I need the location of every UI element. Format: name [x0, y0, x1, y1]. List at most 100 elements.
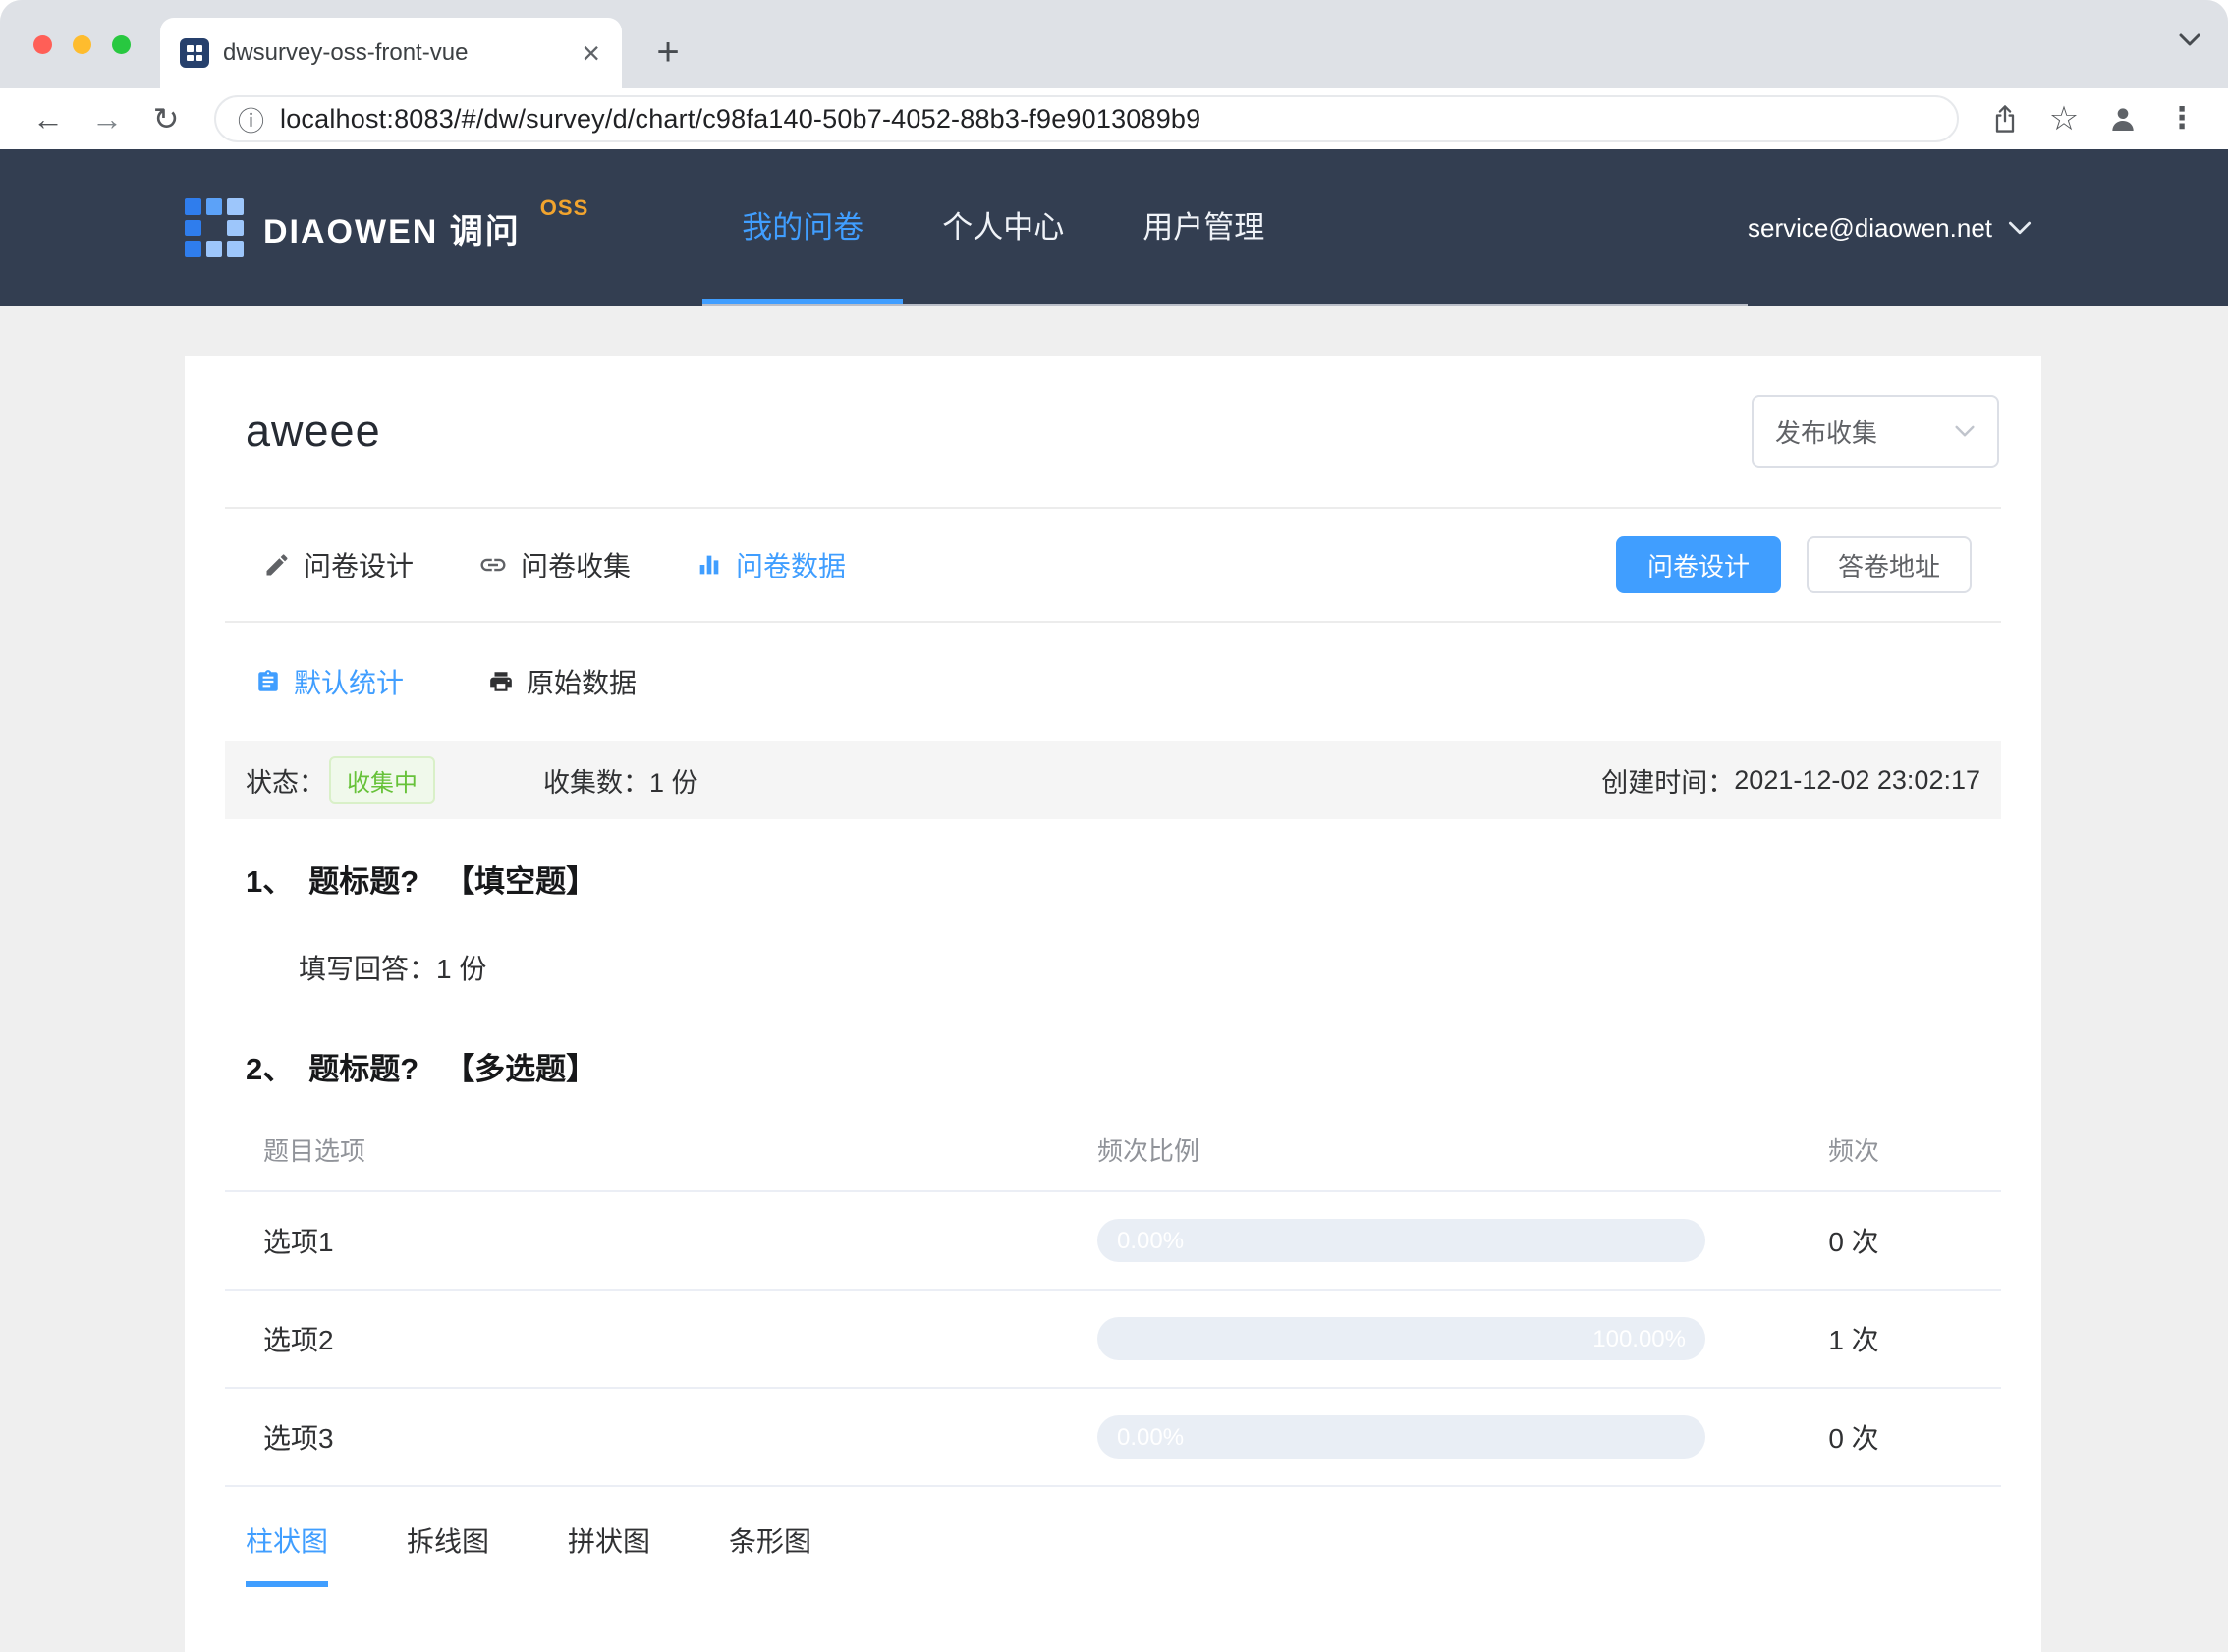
account-menu[interactable]: service@diaowen.net [1748, 149, 2032, 306]
question-1-answer-line: 填写回答：1 份 [299, 948, 1980, 987]
subtab-label: 原始数据 [527, 668, 638, 698]
progress-track: 0.00% [1097, 1415, 1705, 1459]
profile-avatar-icon[interactable] [2100, 103, 2145, 135]
progress-label: 0.00% [1117, 1228, 1185, 1254]
table-row: 选项2 100.00% 1 次 [225, 1291, 2001, 1389]
progress-label: 0.00% [1117, 1424, 1185, 1451]
subtab-label: 默认统计 [294, 668, 405, 698]
share-icon[interactable] [1982, 103, 2028, 135]
chart-tab-line[interactable]: 拆线图 [407, 1499, 489, 1587]
url-bar[interactable]: ⓘ localhost:8083/#/dw/survey/d/chart/c98… [214, 95, 1959, 142]
survey-tabs: 问卷设计 问卷收集 问卷数据 [263, 545, 846, 584]
publish-collect-select[interactable]: 发布收集 [1752, 395, 1999, 468]
browser-window: dwsurvey-oss-front-vue × + ← → ↻ ⓘ local… [0, 0, 2228, 1652]
question-type: 【填空题】 [444, 864, 597, 899]
chart-tab-hbar[interactable]: 条形图 [729, 1499, 811, 1587]
progress-track: 100.00% [1097, 1317, 1705, 1360]
printer-icon [490, 672, 512, 691]
status-bar: 状态： 收集中 收集数： 1 份 创建时间： 2021-12-02 23:02:… [225, 741, 2001, 819]
survey-card: aweee 发布收集 问卷设计 问卷收集 问卷数据 问卷设计 答卷地址 默认统计… [185, 356, 2041, 1652]
answer-count: 1 份 [436, 954, 487, 984]
tab-survey-data[interactable]: 问卷数据 [696, 545, 846, 584]
question-1-heading: 1、 题标题? 【填空题】 [246, 856, 1980, 901]
new-tab-button[interactable]: + [641, 26, 695, 79]
oss-badge: OSS [539, 195, 589, 220]
bookmark-star-icon[interactable]: ☆ [2041, 102, 2087, 136]
close-window-button[interactable] [33, 35, 52, 54]
pencil-icon [266, 554, 288, 576]
back-button[interactable]: ← [24, 103, 73, 135]
table-header: 题目选项 频次比例 频次 [225, 1108, 2001, 1192]
title-section: aweee 发布收集 [225, 356, 2001, 509]
question-title: 题标题? [308, 1052, 419, 1086]
brand-name: DIAOWEN 调问 [263, 212, 521, 250]
subtab-default-stats[interactable]: 默认统计 [255, 662, 404, 701]
chart-tab-pie[interactable]: 拼状图 [568, 1499, 650, 1587]
zoom-window-button[interactable] [112, 35, 131, 54]
account-email: service@diaowen.net [1748, 212, 1992, 243]
page-background: aweee 发布收集 问卷设计 问卷收集 问卷数据 问卷设计 答卷地址 默认统计… [0, 306, 2228, 1652]
chevron-down-icon [1954, 425, 1976, 438]
bar-chart-icon [699, 555, 719, 575]
action-buttons: 问卷设计 答卷地址 [1615, 536, 1972, 593]
nav-item-my-surveys[interactable]: 我的问卷 [702, 149, 904, 304]
question-index: 1、 [246, 864, 294, 899]
col-freq-header: 频次 [1827, 1135, 1879, 1166]
freq-count: 0 次 [1828, 1227, 1879, 1257]
browser-tab[interactable]: dwsurvey-oss-front-vue × [160, 18, 622, 88]
site-info-icon[interactable]: ⓘ [238, 100, 264, 138]
chevron-down-icon [2008, 221, 2032, 236]
tab-label: 问卷收集 [521, 551, 632, 581]
option-label: 选项2 [263, 1325, 334, 1355]
created-time-label: 创建时间： [1601, 767, 1735, 798]
stats-table: 题目选项 频次比例 频次 选项1 0.00% 0 次 选项2 100.00% 1… [225, 1108, 2001, 1487]
table-row: 选项1 0.00% 0 次 [225, 1192, 2001, 1291]
answer-address-button[interactable]: 答卷地址 [1806, 536, 1972, 593]
tab-label: 问卷数据 [736, 551, 847, 581]
answer-label: 填写回答： [299, 954, 437, 984]
tab-title: dwsurvey-oss-front-vue [223, 39, 469, 66]
survey-title: aweee [246, 406, 381, 456]
subtab-raw-data[interactable]: 原始数据 [488, 662, 637, 701]
url-text: localhost:8083/#/dw/survey/d/chart/c98fa… [280, 103, 1201, 134]
reload-button[interactable]: ↻ [141, 103, 191, 135]
nav-item-user-management[interactable]: 用户管理 [1103, 149, 1304, 304]
collect-count: 1 份 [649, 767, 698, 798]
status-label: 状态： [246, 767, 325, 798]
tab-survey-collect[interactable]: 问卷收集 [478, 545, 631, 584]
survey-tabs-section: 问卷设计 问卷收集 问卷数据 问卷设计 答卷地址 [225, 509, 2001, 623]
clipboard-icon [258, 670, 278, 691]
progress-label: 100.00% [1592, 1326, 1686, 1352]
nav-item-personal-center[interactable]: 个人中心 [903, 149, 1103, 304]
toolbar-right-icons: ☆ ⋮ [1982, 102, 2204, 136]
browser-menu-icon[interactable]: ⋮ [2159, 104, 2204, 134]
chart-tab-bar[interactable]: 柱状图 [246, 1499, 329, 1587]
collect-count-label: 收集数： [543, 767, 649, 798]
forward-button[interactable]: → [83, 103, 132, 135]
link-icon [480, 558, 506, 572]
brand: DIAOWEN 调问 OSS [185, 149, 588, 306]
survey-design-button[interactable]: 问卷设计 [1615, 536, 1781, 593]
status-badge: 收集中 [329, 755, 435, 804]
freq-count: 0 次 [1828, 1423, 1879, 1454]
table-row: 选项3 0.00% 0 次 [225, 1389, 2001, 1487]
main-nav: 我的问卷 个人中心 用户管理 [702, 149, 1749, 306]
tab-label: 问卷设计 [304, 551, 415, 581]
window-controls [33, 35, 131, 54]
tab-close-icon[interactable]: × [578, 37, 604, 69]
tab-survey-design[interactable]: 问卷设计 [263, 545, 414, 584]
minimize-window-button[interactable] [73, 35, 91, 54]
tab-overflow-chevron-icon[interactable] [2179, 33, 2200, 47]
favicon [180, 38, 209, 68]
col-ratio-header: 频次比例 [1097, 1135, 1200, 1166]
question-2-heading: 2、 题标题? 【多选题】 [246, 1044, 1980, 1088]
select-value: 发布收集 [1775, 417, 1878, 448]
option-label: 选项1 [263, 1227, 334, 1257]
browser-tab-strip: dwsurvey-oss-front-vue × + [0, 0, 2228, 88]
question-type: 【多选题】 [444, 1052, 597, 1086]
diaowen-logo-icon [185, 198, 244, 257]
app-header: DIAOWEN 调问 OSS 我的问卷 个人中心 用户管理 service@di… [0, 149, 2228, 306]
created-time: 2021-12-02 23:02:17 [1734, 764, 1980, 795]
progress-track: 0.00% [1097, 1219, 1705, 1262]
question-title: 题标题? [308, 864, 419, 899]
